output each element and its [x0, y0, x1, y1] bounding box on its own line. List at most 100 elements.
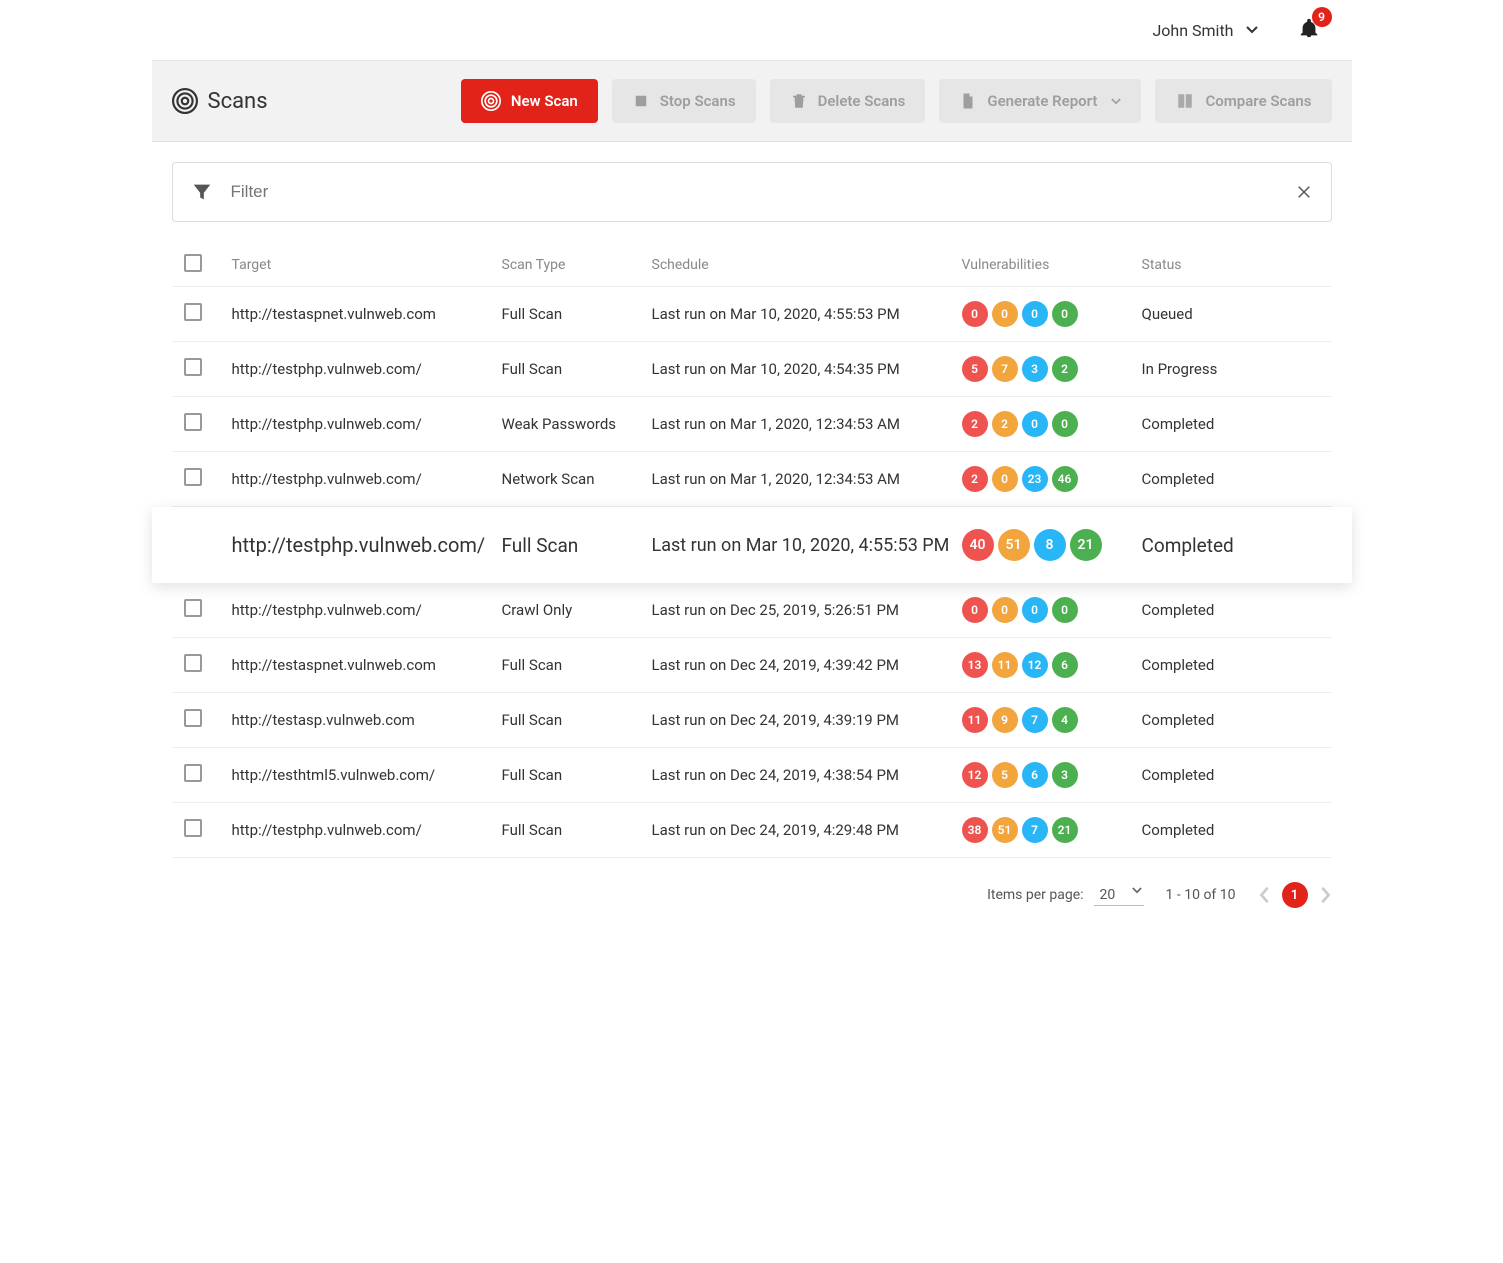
delete-scans-button[interactable]: Delete Scans	[770, 79, 926, 123]
col-status: Status	[1142, 257, 1342, 273]
vuln-badge: 7	[1022, 817, 1048, 843]
table-row[interactable]: http://testphp.vulnweb.com/Full ScanLast…	[172, 342, 1332, 397]
user-name: John Smith	[1152, 21, 1233, 40]
cell-scan-type: Full Scan	[502, 821, 652, 839]
prev-page-button[interactable]	[1258, 886, 1272, 904]
row-checkbox[interactable]	[184, 599, 202, 617]
row-checkbox[interactable]	[184, 764, 202, 782]
cell-schedule: Last run on Mar 10, 2020, 4:54:35 PM	[652, 360, 962, 378]
cell-vulnerabilities: 11974	[962, 707, 1142, 733]
caret-down-icon	[1132, 887, 1142, 894]
delete-scans-label: Delete Scans	[818, 92, 906, 110]
clear-filter-button[interactable]	[1295, 183, 1313, 201]
vuln-badge: 11	[992, 652, 1018, 678]
table-row[interactable]: http://testhtml5.vulnweb.com/Full ScanLa…	[172, 748, 1332, 803]
new-scan-button[interactable]: New Scan	[461, 79, 598, 123]
vuln-badge: 12	[1022, 652, 1048, 678]
vuln-badge: 5	[992, 762, 1018, 788]
row-checkbox[interactable]	[184, 303, 202, 321]
cell-status: Completed	[1142, 711, 1342, 729]
vuln-badge: 0	[1052, 597, 1078, 623]
filter-input[interactable]	[229, 181, 1295, 203]
table-row[interactable]: http://testaspnet.vulnweb.comFull ScanLa…	[172, 287, 1332, 342]
table-row[interactable]: http://testphp.vulnweb.com/Weak Password…	[172, 397, 1332, 452]
cell-status: Queued	[1142, 305, 1342, 323]
pager: Items per page: 20 1 - 10 of 10 1	[172, 882, 1332, 908]
cell-scan-type: Crawl Only	[502, 601, 652, 619]
cell-target: http://testasp.vulnweb.com	[232, 711, 502, 729]
vuln-badge: 0	[992, 301, 1018, 327]
select-all-checkbox[interactable]	[184, 254, 202, 272]
cell-vulnerabilities: 2200	[962, 411, 1142, 437]
user-menu[interactable]: John Smith	[1152, 21, 1257, 40]
trash-icon	[790, 92, 808, 110]
vuln-badge: 0	[962, 597, 988, 623]
vuln-badge: 5	[962, 356, 988, 382]
filter-icon	[191, 181, 213, 203]
items-per-page-value: 20	[1100, 887, 1116, 903]
vuln-badge: 0	[962, 301, 988, 327]
row-checkbox[interactable]	[184, 358, 202, 376]
cell-schedule: Last run on Mar 1, 2020, 12:34:53 AM	[652, 470, 962, 488]
generate-report-button[interactable]: Generate Report	[939, 79, 1141, 123]
cell-status: Completed	[1142, 470, 1342, 488]
table-row[interactable]: http://testphp.vulnweb.com/Network ScanL…	[172, 452, 1332, 507]
vuln-badge: 2	[962, 466, 988, 492]
table-row[interactable]: http://testphp.vulnweb.com/Full ScanLast…	[152, 507, 1352, 583]
col-scan-type: Scan Type	[502, 257, 652, 273]
pager-range: 1 - 10 of 10	[1166, 887, 1236, 903]
vuln-badge: 38	[962, 817, 988, 843]
row-checkbox[interactable]	[184, 468, 202, 486]
compare-icon	[1175, 92, 1195, 110]
stop-scans-button[interactable]: Stop Scans	[612, 79, 756, 123]
table-row[interactable]: http://testaspnet.vulnweb.comFull ScanLa…	[172, 638, 1332, 693]
vuln-badge: 2	[992, 411, 1018, 437]
cell-vulnerabilities: 1311126	[962, 652, 1142, 678]
cell-vulnerabilities: 0000	[962, 301, 1142, 327]
cell-target: http://testphp.vulnweb.com/	[232, 360, 502, 378]
row-checkbox[interactable]	[184, 709, 202, 727]
vuln-badge: 9	[992, 707, 1018, 733]
topbar: John Smith 9	[152, 0, 1352, 60]
vuln-badge: 40	[962, 529, 994, 561]
current-page[interactable]: 1	[1282, 882, 1308, 908]
vuln-badge: 7	[992, 356, 1018, 382]
row-checkbox[interactable]	[184, 413, 202, 431]
cell-status: Completed	[1142, 821, 1342, 839]
table-row[interactable]: http://testasp.vulnweb.comFull ScanLast …	[172, 693, 1332, 748]
vuln-badge: 0	[992, 597, 1018, 623]
vuln-badge: 8	[1034, 529, 1066, 561]
notifications-count: 9	[1312, 7, 1332, 27]
table-row[interactable]: http://testphp.vulnweb.com/Full ScanLast…	[172, 803, 1332, 858]
row-checkbox[interactable]	[184, 654, 202, 672]
items-per-page-select[interactable]: 20	[1094, 885, 1144, 906]
toolbar: Scans New Scan Stop Scans Delete Scans G	[152, 60, 1352, 142]
next-page-button[interactable]	[1318, 886, 1332, 904]
vuln-badge: 21	[1052, 817, 1078, 843]
cell-scan-type: Weak Passwords	[502, 415, 652, 433]
vuln-badge: 0	[992, 466, 1018, 492]
compare-scans-button[interactable]: Compare Scans	[1155, 79, 1331, 123]
cell-schedule: Last run on Dec 24, 2019, 4:39:19 PM	[652, 711, 962, 729]
cell-scan-type: Full Scan	[502, 656, 652, 674]
vuln-badge: 2	[962, 411, 988, 437]
stop-icon	[632, 92, 650, 110]
vuln-badge: 4	[1052, 707, 1078, 733]
cell-status: Completed	[1142, 601, 1342, 619]
col-target: Target	[232, 257, 502, 273]
table-row[interactable]: http://testphp.vulnweb.com/Crawl OnlyLas…	[172, 583, 1332, 638]
filter-bar	[172, 162, 1332, 222]
notifications-button[interactable]: 9	[1298, 17, 1320, 43]
vuln-badge: 13	[962, 652, 988, 678]
cell-target: http://testphp.vulnweb.com/	[232, 601, 502, 619]
col-schedule: Schedule	[652, 257, 962, 273]
cell-scan-type: Network Scan	[502, 470, 652, 488]
cell-schedule: Last run on Mar 10, 2020, 4:55:53 PM	[652, 535, 962, 556]
vuln-badge: 11	[962, 707, 988, 733]
table-header: Target Scan Type Schedule Vulnerabilitie…	[172, 244, 1332, 287]
vuln-badge: 2	[1052, 356, 1078, 382]
caret-down-icon	[1111, 98, 1121, 105]
cell-scan-type: Full Scan	[502, 305, 652, 323]
row-checkbox[interactable]	[184, 819, 202, 837]
vuln-badge: 6	[1022, 762, 1048, 788]
